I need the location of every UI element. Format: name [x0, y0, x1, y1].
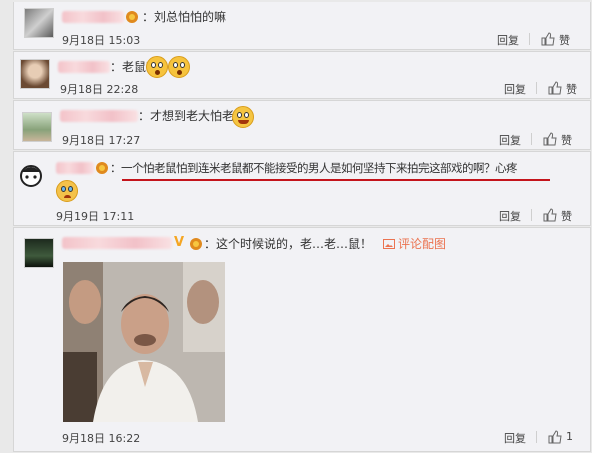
laugh-emoji-icon [232, 106, 254, 128]
comment-text: ：一个怕老鼠怕到连米老鼠都不能接受的男人是如何坚持下来拍完这部戏的啊？心疼 [110, 161, 518, 175]
member-badge-icon [126, 11, 138, 23]
divider [536, 431, 537, 443]
reply-button[interactable]: 回复 [499, 208, 521, 224]
comment-image-link[interactable]: 评论配图 [398, 237, 446, 251]
comment-time: 9月18日 17:27 [62, 134, 141, 147]
comment-item: V ：这个时候说的，老…老…鼠！ 评论配图 9月18日 16:22 回复 1 [13, 227, 591, 452]
like-button[interactable]: 赞 [561, 132, 572, 148]
comment-item: ：一个怕老鼠怕到连米老鼠都不能接受的男人是如何坚持下来拍完这部戏的啊？心疼 9月… [13, 151, 591, 226]
comment-item: ：老鼠？ 9月18日 22:28 回复 赞 [13, 51, 591, 99]
divider [531, 133, 532, 145]
username[interactable] [62, 237, 172, 249]
shocked-emoji-icon [146, 56, 168, 78]
username[interactable] [60, 110, 138, 122]
comment-text: ：这个时候说的，老…老…鼠！ [204, 237, 373, 251]
crying-emoji-icon [56, 180, 78, 202]
highlight-underline [122, 179, 550, 181]
like-button[interactable]: 赞 [561, 208, 572, 224]
reply-button[interactable]: 回复 [497, 32, 519, 48]
like-icon[interactable] [543, 132, 557, 146]
avatar[interactable] [16, 160, 46, 190]
member-badge-icon [96, 162, 108, 174]
comment-time: 9月18日 16:22 [62, 432, 141, 445]
comment-time: 9月18日 22:28 [60, 83, 139, 96]
shocked-emoji-icon [168, 56, 190, 78]
divider [529, 33, 530, 45]
like-icon[interactable] [543, 208, 557, 222]
comment-item: ：刘总怕怕的嘛 9月18日 15:03 回复 赞 [13, 2, 591, 50]
like-icon[interactable] [548, 430, 562, 444]
member-badge-icon [190, 238, 202, 250]
reply-button[interactable]: 回复 [504, 430, 526, 446]
comment-item: ：才想到老大怕老鼠 9月18日 17:27 回复 赞 [13, 100, 591, 150]
like-count[interactable]: 1 [566, 430, 573, 443]
divider [536, 82, 537, 94]
avatar[interactable] [24, 238, 54, 268]
reply-button[interactable]: 回复 [499, 132, 521, 148]
avatar[interactable] [22, 112, 52, 142]
username[interactable] [58, 61, 110, 73]
photo-content [63, 262, 225, 422]
username[interactable] [62, 11, 124, 23]
comment-text: ：刘总怕怕的嘛 [142, 10, 227, 24]
avatar[interactable] [24, 8, 54, 38]
comment-text: ：才想到老大怕老鼠 [138, 109, 247, 123]
username[interactable] [56, 162, 94, 174]
comment-time: 9月19日 17:11 [56, 210, 135, 223]
comment-time: 9月18日 15:03 [62, 34, 141, 47]
like-icon[interactable] [548, 81, 562, 95]
divider [531, 209, 532, 221]
image-icon[interactable] [383, 239, 395, 249]
verified-v-icon: V [174, 235, 185, 250]
like-icon[interactable] [541, 32, 555, 46]
avatar[interactable] [20, 59, 50, 89]
like-button[interactable]: 赞 [566, 81, 577, 97]
like-button[interactable]: 赞 [559, 32, 570, 48]
comment-image[interactable] [63, 262, 225, 422]
reply-button[interactable]: 回复 [504, 81, 526, 97]
